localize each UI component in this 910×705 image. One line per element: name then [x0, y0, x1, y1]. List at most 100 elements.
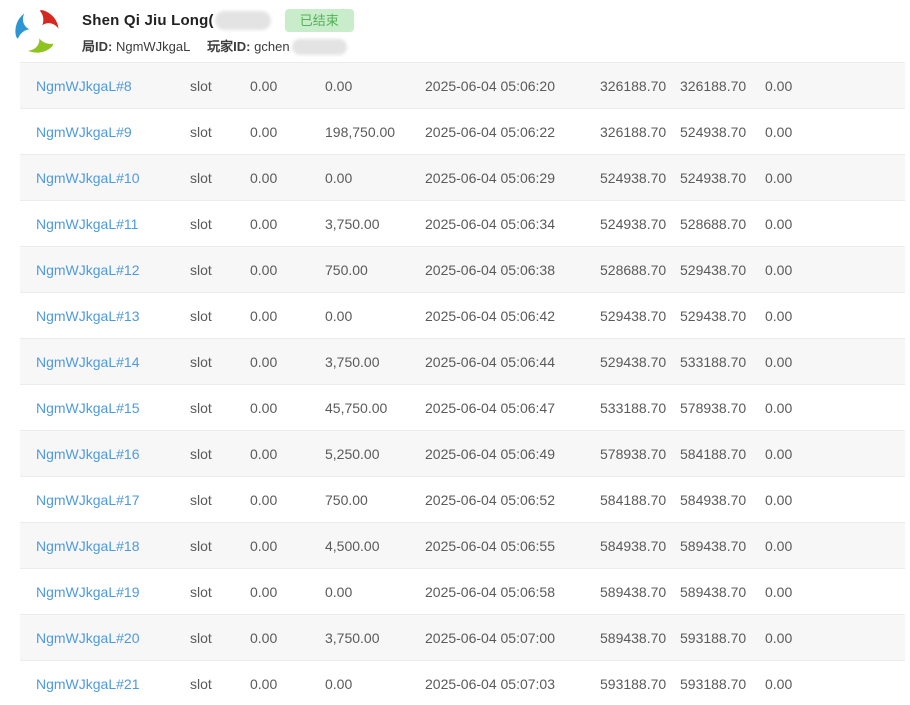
round-id-link[interactable]: NgmWJkgaL#8 [36, 78, 132, 94]
rounds-table: NgmWJkgaL#8slot0.000.002025-06-04 05:06:… [20, 62, 905, 705]
cell-game-type: slot [190, 400, 250, 416]
round-id-link[interactable]: NgmWJkgaL#12 [36, 262, 140, 278]
cell-balance-after: 524938.70 [680, 170, 765, 186]
round-id-link[interactable]: NgmWJkgaL#17 [36, 492, 140, 508]
table-row: NgmWJkgaL#18slot0.004,500.002025-06-04 0… [20, 523, 905, 569]
cell-balance-after: 533188.70 [680, 354, 765, 370]
cell-game-type: slot [190, 124, 250, 140]
table-row: NgmWJkgaL#14slot0.003,750.002025-06-04 0… [20, 339, 905, 385]
cell-bet-amount: 0.00 [250, 630, 325, 646]
table-row: NgmWJkgaL#8slot0.000.002025-06-04 05:06:… [20, 63, 905, 109]
cell-round-id[interactable]: NgmWJkgaL#21 [20, 676, 190, 692]
cell-extra-amount: 0.00 [765, 584, 905, 600]
cell-round-id[interactable]: NgmWJkgaL#12 [20, 262, 190, 278]
cell-game-type: slot [190, 170, 250, 186]
cell-win-amount: 0.00 [325, 78, 425, 94]
cell-time: 2025-06-04 05:06:22 [425, 124, 600, 140]
cell-balance-after: 584938.70 [680, 492, 765, 508]
cell-time: 2025-06-04 05:06:47 [425, 400, 600, 416]
cell-bet-amount: 0.00 [250, 676, 325, 692]
status-badge: 已结束 [285, 9, 354, 32]
round-id-link[interactable]: NgmWJkgaL#14 [36, 354, 140, 370]
cell-balance-before: 589438.70 [600, 584, 680, 600]
cell-balance-before: 326188.70 [600, 124, 680, 140]
cell-round-id[interactable]: NgmWJkgaL#15 [20, 400, 190, 416]
cell-balance-after: 528688.70 [680, 216, 765, 232]
round-id-link[interactable]: NgmWJkgaL#18 [36, 538, 140, 554]
table-row: NgmWJkgaL#16slot0.005,250.002025-06-04 0… [20, 431, 905, 477]
cell-win-amount: 5,250.00 [325, 446, 425, 462]
cell-win-amount: 3,750.00 [325, 216, 425, 232]
cell-game-type: slot [190, 676, 250, 692]
cell-bet-amount: 0.00 [250, 446, 325, 462]
cell-balance-before: 584188.70 [600, 492, 680, 508]
cell-extra-amount: 0.00 [765, 216, 905, 232]
cell-balance-before: 584938.70 [600, 538, 680, 554]
cell-time: 2025-06-04 05:06:34 [425, 216, 600, 232]
cell-game-type: slot [190, 630, 250, 646]
cell-extra-amount: 0.00 [765, 354, 905, 370]
cell-bet-amount: 0.00 [250, 308, 325, 324]
round-id-link[interactable]: NgmWJkgaL#11 [36, 216, 138, 232]
cell-round-id[interactable]: NgmWJkgaL#8 [20, 78, 190, 94]
cell-balance-before: 578938.70 [600, 446, 680, 462]
cell-balance-after: 524938.70 [680, 124, 765, 140]
round-id-link[interactable]: NgmWJkgaL#10 [36, 170, 140, 186]
cell-balance-after: 578938.70 [680, 400, 765, 416]
cell-round-id[interactable]: NgmWJkgaL#14 [20, 354, 190, 370]
cell-game-type: slot [190, 216, 250, 232]
game-title: Shen Qi Jiu Long( [82, 12, 214, 29]
table-row: NgmWJkgaL#12slot0.00750.002025-06-04 05:… [20, 247, 905, 293]
cell-balance-after: 529438.70 [680, 262, 765, 278]
cell-bet-amount: 0.00 [250, 538, 325, 554]
cell-balance-after: 326188.70 [680, 78, 765, 94]
cell-game-type: slot [190, 584, 250, 600]
cell-round-id[interactable]: NgmWJkgaL#11 [20, 216, 190, 232]
cell-time: 2025-06-04 05:06:52 [425, 492, 600, 508]
round-id-link[interactable]: NgmWJkgaL#20 [36, 630, 140, 646]
round-id-label: 局ID: [82, 39, 112, 54]
cell-round-id[interactable]: NgmWJkgaL#10 [20, 170, 190, 186]
cell-bet-amount: 0.00 [250, 124, 325, 140]
cell-balance-after: 529438.70 [680, 308, 765, 324]
cell-balance-after: 593188.70 [680, 630, 765, 646]
cell-round-id[interactable]: NgmWJkgaL#17 [20, 492, 190, 508]
cell-balance-after: 589438.70 [680, 584, 765, 600]
cell-win-amount: 0.00 [325, 584, 425, 600]
round-id-link[interactable]: NgmWJkgaL#19 [36, 584, 140, 600]
cell-win-amount: 3,750.00 [325, 630, 425, 646]
cell-game-type: slot [190, 354, 250, 370]
table-row: NgmWJkgaL#17slot0.00750.002025-06-04 05:… [20, 477, 905, 523]
cell-round-id[interactable]: NgmWJkgaL#20 [20, 630, 190, 646]
cell-game-type: slot [190, 446, 250, 462]
cell-win-amount: 4,500.00 [325, 538, 425, 554]
round-id-link[interactable]: NgmWJkgaL#21 [36, 676, 140, 692]
table-row: NgmWJkgaL#20slot0.003,750.002025-06-04 0… [20, 615, 905, 661]
cell-bet-amount: 0.00 [250, 262, 325, 278]
cell-round-id[interactable]: NgmWJkgaL#18 [20, 538, 190, 554]
cell-balance-before: 593188.70 [600, 676, 680, 692]
table-row: NgmWJkgaL#13slot0.000.002025-06-04 05:06… [20, 293, 905, 339]
id-line: 局ID: NgmWJkgaL 玩家ID: gchen [82, 36, 354, 56]
cell-bet-amount: 0.00 [250, 584, 325, 600]
cell-bet-amount: 0.00 [250, 492, 325, 508]
cell-game-type: slot [190, 262, 250, 278]
cell-balance-after: 593188.70 [680, 676, 765, 692]
cell-round-id[interactable]: NgmWJkgaL#9 [20, 124, 190, 140]
cell-win-amount: 198,750.00 [325, 124, 425, 140]
cell-win-amount: 750.00 [325, 492, 425, 508]
cell-game-type: slot [190, 538, 250, 554]
cell-round-id[interactable]: NgmWJkgaL#19 [20, 584, 190, 600]
cell-balance-before: 529438.70 [600, 354, 680, 370]
cell-round-id[interactable]: NgmWJkgaL#16 [20, 446, 190, 462]
round-id-link[interactable]: NgmWJkgaL#9 [36, 124, 132, 140]
round-id-link[interactable]: NgmWJkgaL#13 [36, 308, 140, 324]
round-id-link[interactable]: NgmWJkgaL#15 [36, 400, 140, 416]
cell-extra-amount: 0.00 [765, 78, 905, 94]
cell-round-id[interactable]: NgmWJkgaL#13 [20, 308, 190, 324]
cell-balance-before: 529438.70 [600, 308, 680, 324]
cell-extra-amount: 0.00 [765, 400, 905, 416]
cell-extra-amount: 0.00 [765, 630, 905, 646]
cell-time: 2025-06-04 05:06:42 [425, 308, 600, 324]
round-id-link[interactable]: NgmWJkgaL#16 [36, 446, 140, 462]
